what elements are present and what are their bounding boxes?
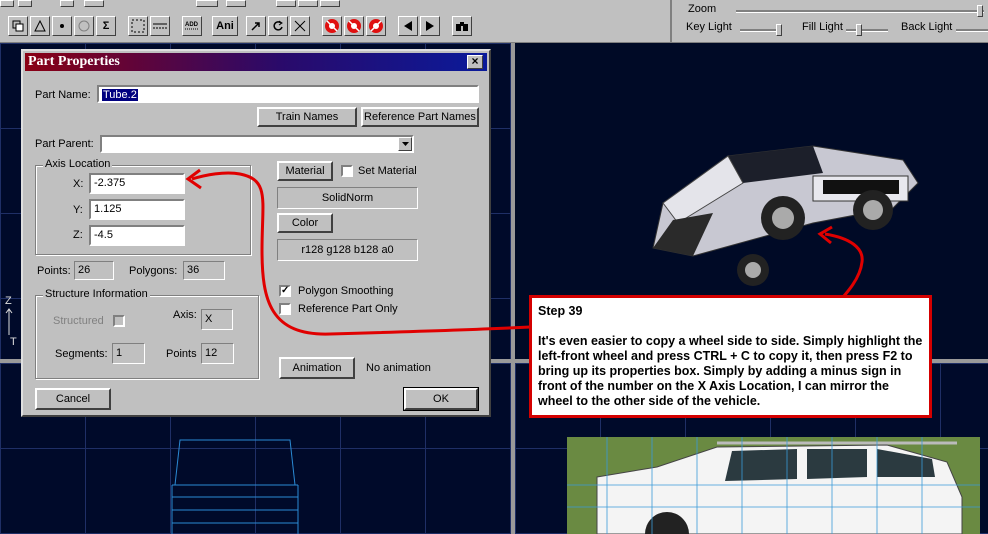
step-callout: Step 39 It's even easier to copy a wheel… <box>529 295 932 418</box>
arrow-to-x-field <box>191 171 531 336</box>
step-description: It's even easier to copy a wheel side to… <box>538 334 923 408</box>
step-title: Step 39 <box>538 304 583 318</box>
annotation-arrows <box>185 168 864 336</box>
